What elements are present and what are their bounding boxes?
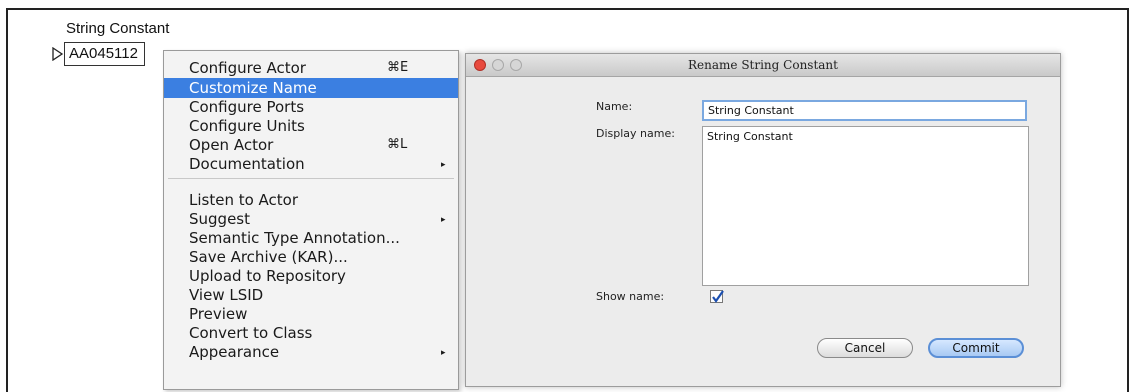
submenu-arrow-icon: ▸: [441, 160, 446, 170]
menu-item-label: View LSID: [189, 286, 264, 304]
menu-item-label: Appearance: [189, 343, 280, 361]
menu-item-label: Convert to Class: [189, 324, 313, 342]
name-label: Name:: [596, 100, 633, 113]
display-name-textarea[interactable]: String Constant: [702, 126, 1029, 286]
submenu-arrow-icon: ▸: [441, 348, 446, 358]
menu-item-upload-to-repository[interactable]: Upload to Repository: [164, 266, 458, 286]
menu-item-listen-to-actor[interactable]: Listen to Actor: [164, 190, 458, 210]
menu-item-configure-actor[interactable]: Configure Actor ⌘E: [164, 58, 458, 78]
menu-item-configure-ports[interactable]: Configure Ports: [164, 97, 458, 117]
checkmark-icon: [712, 290, 724, 303]
menu-item-label: Configure Actor: [189, 59, 306, 77]
actor-title: String Constant: [66, 20, 170, 37]
menu-item-view-lsid[interactable]: View LSID: [164, 285, 458, 305]
menu-separator: [168, 178, 454, 179]
show-name-checkbox[interactable]: [710, 290, 724, 303]
menu-shortcut: ⌘E: [387, 60, 409, 75]
name-field[interactable]: String Constant: [702, 100, 1027, 121]
menu-item-label: Configure Units: [189, 117, 305, 135]
menu-item-label: Customize Name: [189, 79, 317, 97]
actor-value-label: AA045112: [64, 42, 145, 66]
submenu-arrow-icon: ▸: [441, 215, 446, 225]
menu-item-suggest[interactable]: Suggest ▸: [164, 209, 458, 229]
menu-item-customize-name[interactable]: Customize Name: [164, 78, 458, 98]
menu-item-label: Configure Ports: [189, 98, 305, 116]
menu-item-documentation[interactable]: Documentation ▸: [164, 154, 458, 174]
context-menu: Configure Actor ⌘E Customize Name Configure…: [163, 50, 459, 390]
menu-item-appearance[interactable]: Appearance ▸: [164, 342, 458, 362]
menu-shortcut: ⌘L: [387, 137, 408, 152]
menu-item-label: Semantic Type Annotation...: [189, 229, 400, 247]
menu-item-label: Open Actor: [189, 136, 274, 154]
rename-dialog: Rename String Constant Name: String Cons…: [465, 53, 1061, 387]
dialog-titlebar[interactable]: Rename String Constant: [466, 54, 1060, 77]
menu-item-save-archive-kar[interactable]: Save Archive (KAR)...: [164, 247, 458, 267]
commit-button[interactable]: Commit: [928, 338, 1024, 358]
menu-item-preview[interactable]: Preview: [164, 304, 458, 324]
menu-item-label: Save Archive (KAR)...: [189, 248, 348, 266]
cancel-button[interactable]: Cancel: [817, 338, 913, 358]
menu-item-configure-units[interactable]: Configure Units: [164, 116, 458, 136]
menu-item-open-actor[interactable]: Open Actor ⌘L: [164, 135, 458, 155]
menu-item-convert-to-class[interactable]: Convert to Class: [164, 323, 458, 343]
menu-item-label: Listen to Actor: [189, 191, 299, 209]
string-constant-actor[interactable]: AA045112: [52, 42, 145, 66]
menu-item-label: Upload to Repository: [189, 267, 346, 285]
menu-item-label: Documentation: [189, 155, 305, 173]
menu-item-semantic-type-annotation[interactable]: Semantic Type Annotation...: [164, 228, 458, 248]
dialog-title: Rename String Constant: [688, 58, 838, 72]
show-name-label: Show name:: [596, 290, 665, 303]
output-port-icon[interactable]: [52, 47, 64, 61]
menu-item-label: Suggest: [189, 210, 250, 228]
menu-item-label: Preview: [189, 305, 248, 323]
display-name-label: Display name:: [596, 127, 675, 140]
